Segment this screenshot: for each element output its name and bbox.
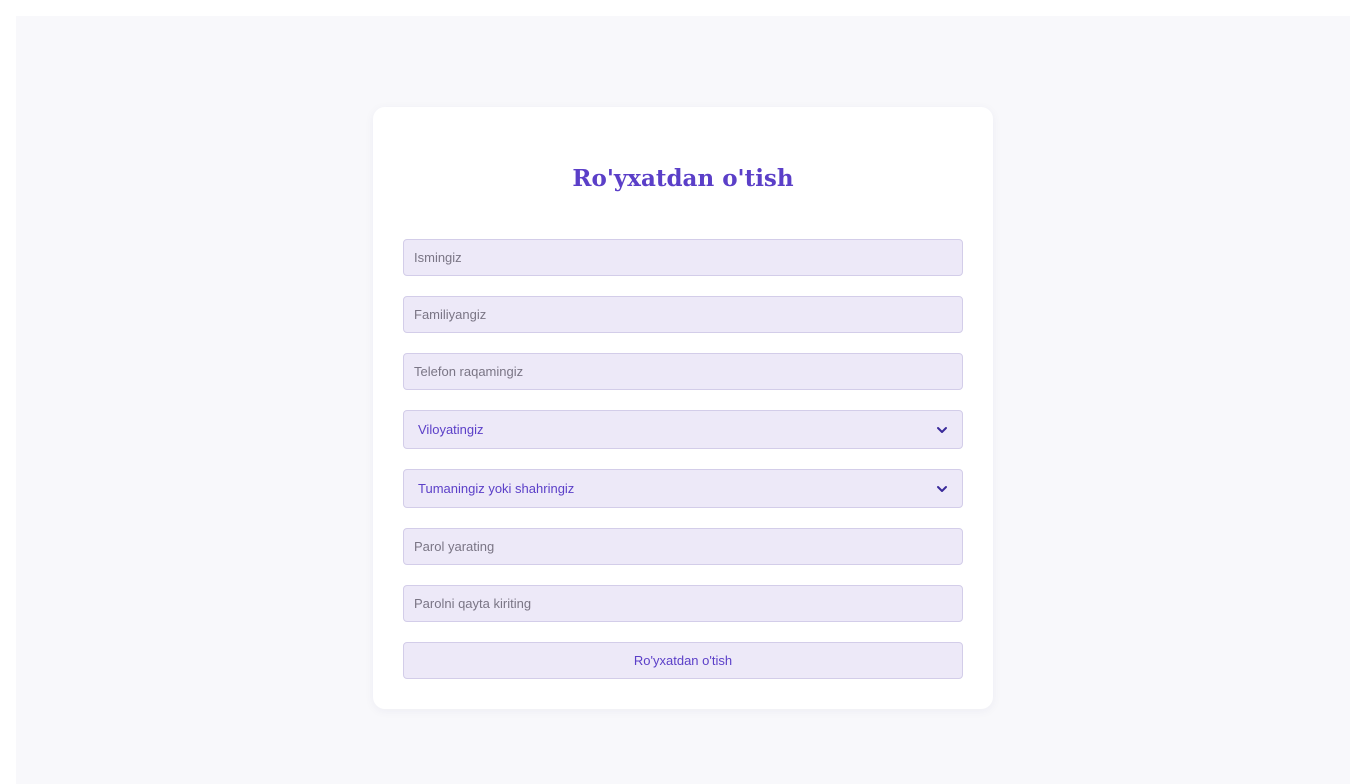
region-select-value: Viloyatingiz (418, 422, 484, 437)
chevron-down-icon (936, 424, 948, 436)
last-name-input[interactable] (403, 296, 963, 333)
district-select-value: Tumaningiz yoki shahringiz (418, 481, 575, 496)
phone-input[interactable] (403, 353, 963, 390)
page-background: Ro'yxatdan o'tish Viloyatingiz Tumaningi… (16, 16, 1350, 784)
chevron-down-icon (936, 483, 948, 495)
register-button[interactable]: Ro'yxatdan o'tish (403, 642, 963, 679)
first-name-input[interactable] (403, 239, 963, 276)
password-confirm-input[interactable] (403, 585, 963, 622)
region-select[interactable]: Viloyatingiz (403, 410, 963, 449)
registration-card: Ro'yxatdan o'tish Viloyatingiz Tumaningi… (373, 107, 993, 709)
form-title: Ro'yxatdan o'tish (572, 165, 794, 192)
password-input[interactable] (403, 528, 963, 565)
district-select[interactable]: Tumaningiz yoki shahringiz (403, 469, 963, 508)
